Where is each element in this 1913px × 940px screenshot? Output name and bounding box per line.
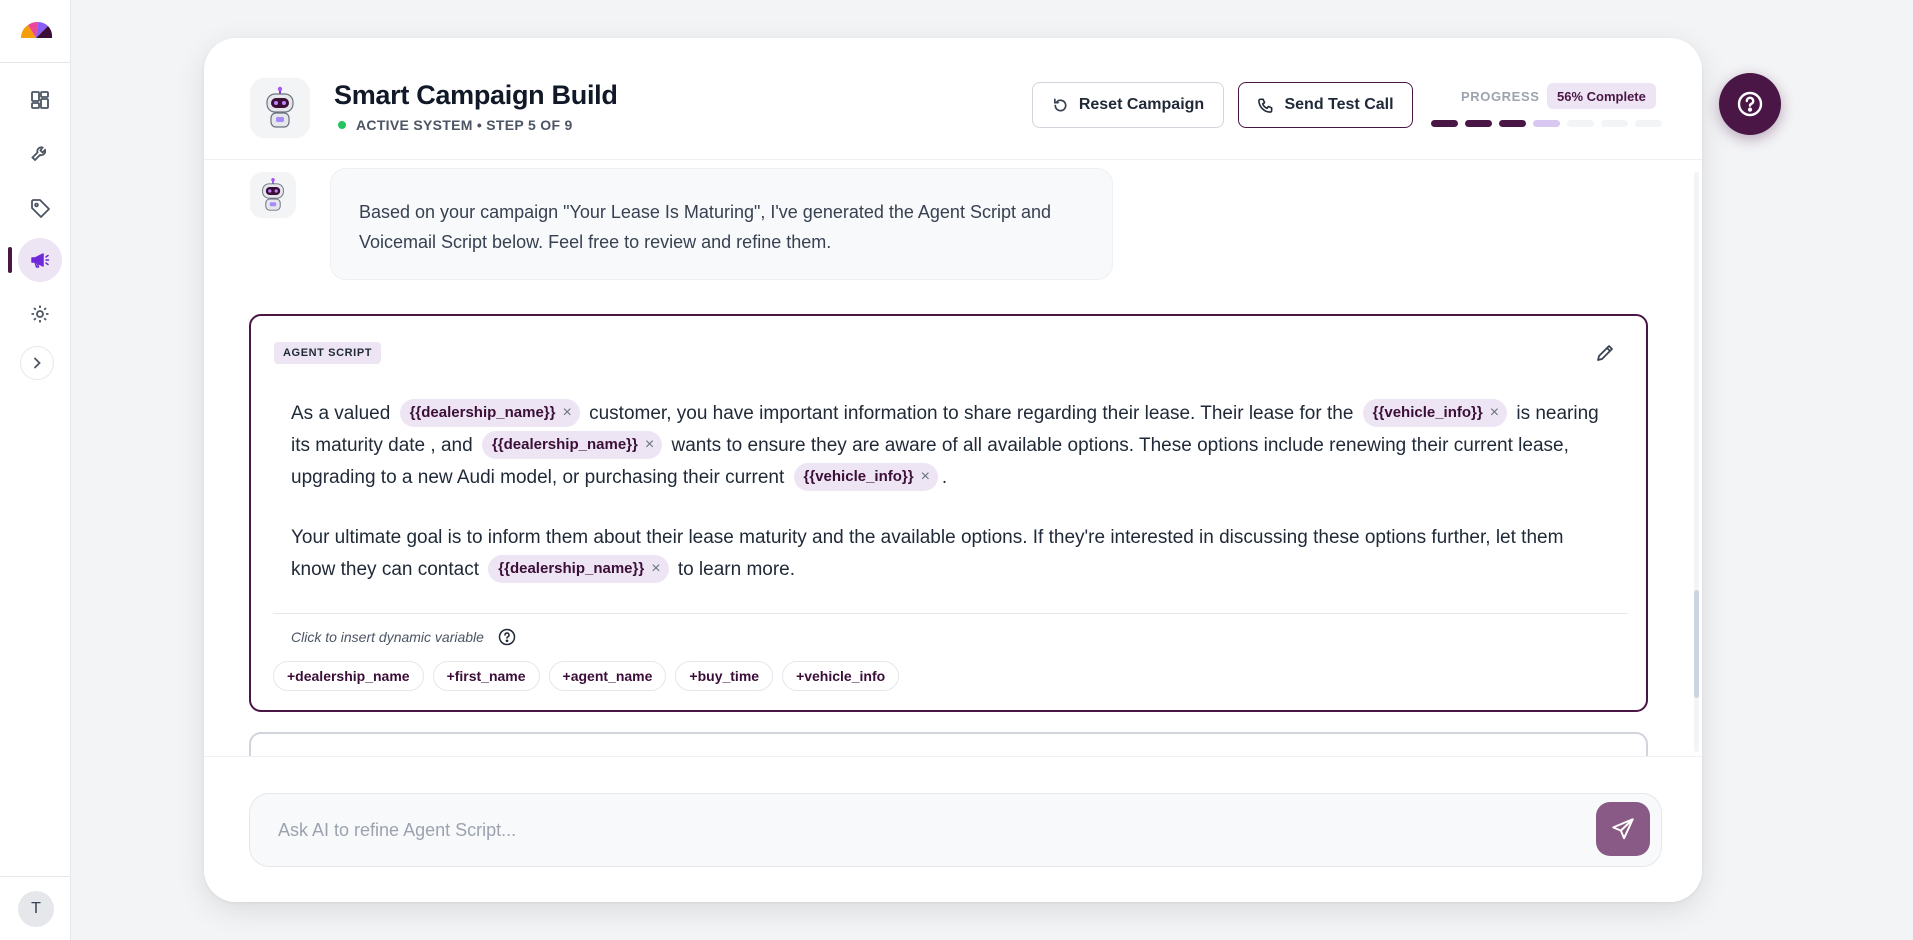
help-circle-icon xyxy=(1737,91,1763,117)
robot-icon xyxy=(266,86,294,128)
sidebar-item-tags[interactable] xyxy=(18,186,62,230)
voicemail-script-card[interactable] xyxy=(249,732,1648,756)
send-test-call-button[interactable]: Send Test Call xyxy=(1238,82,1413,128)
insert-variable-vehicle-info[interactable]: +vehicle_info xyxy=(782,661,900,691)
remove-variable-icon[interactable]: × xyxy=(651,553,660,585)
reset-campaign-label: Reset Campaign xyxy=(1078,96,1205,113)
user-avatar[interactable]: T xyxy=(18,891,54,927)
remove-variable-icon[interactable]: × xyxy=(921,461,930,493)
script-text: . xyxy=(941,467,948,488)
progress-step xyxy=(1567,120,1594,127)
refine-script-input[interactable] xyxy=(249,793,1662,867)
progress-step xyxy=(1601,120,1628,127)
variables-hint: Click to insert dynamic variable xyxy=(291,628,516,646)
progress-step xyxy=(1499,120,1526,127)
agent-script-label: AGENT SCRIPT xyxy=(274,342,382,364)
remove-variable-icon[interactable]: × xyxy=(645,429,654,461)
progress-step xyxy=(1465,120,1492,127)
robot-icon xyxy=(262,178,284,211)
progress-step xyxy=(1431,120,1458,127)
gear-icon xyxy=(31,305,49,323)
variable-chip-label: {{vehicle_info}} xyxy=(1372,403,1483,421)
progress-label: PROGRESS xyxy=(1461,89,1540,104)
variable-chip-label: {{dealership_name}} xyxy=(409,403,556,421)
system-status: ACTIVE SYSTEM • STEP 5 OF 9 xyxy=(334,117,573,133)
pencil-icon[interactable] xyxy=(1594,342,1616,364)
help-button[interactable] xyxy=(1719,73,1781,135)
remove-variable-icon[interactable]: × xyxy=(1490,397,1499,429)
script-text: to learn more. xyxy=(677,559,796,580)
variable-chip-label: {{dealership_name}} xyxy=(498,559,645,577)
insert-variable-dealership-name[interactable]: +dealership_name xyxy=(273,661,424,691)
agent-script-text[interactable]: As a valued {{dealership_name}} × custome… xyxy=(291,398,1611,586)
wrench-icon xyxy=(31,146,47,162)
variable-chip[interactable]: {{dealership_name}} × xyxy=(488,553,669,585)
dashboard-icon xyxy=(31,91,49,109)
sidebar-item-settings[interactable] xyxy=(18,292,62,336)
assistant-message: Based on your campaign "Your Lease Is Ma… xyxy=(330,168,1113,280)
script-text: As a valued xyxy=(291,403,391,424)
status-text: ACTIVE SYSTEM • STEP 5 OF 9 xyxy=(356,117,573,133)
remove-variable-icon[interactable]: × xyxy=(562,397,571,429)
reset-campaign-button[interactable]: Reset Campaign xyxy=(1032,82,1224,128)
insert-variable-buy-time[interactable]: +buy_time xyxy=(675,661,774,691)
sidebar: T xyxy=(0,0,71,940)
app-logo[interactable] xyxy=(18,16,54,42)
sidebar-divider xyxy=(0,876,71,877)
insert-variable-first-name[interactable]: +first_name xyxy=(432,661,540,691)
reset-icon xyxy=(1053,98,1067,111)
card-header: Smart Campaign Build ACTIVE SYSTEM • STE… xyxy=(204,38,1702,160)
variables-divider xyxy=(273,613,1628,614)
variable-chip-label: {{dealership_name}} xyxy=(491,435,638,453)
assistant-avatar xyxy=(250,78,310,138)
script-paragraph: Your ultimate goal is to inform them abo… xyxy=(291,522,1611,586)
content-scrollbar-thumb[interactable] xyxy=(1694,590,1699,698)
script-text: Your ultimate goal is to inform them abo… xyxy=(291,527,1564,580)
variables-hint-text: Click to insert dynamic variable xyxy=(291,629,484,645)
active-indicator xyxy=(8,247,12,273)
progress-step xyxy=(1533,120,1560,127)
variable-chip[interactable]: {{dealership_name}} × xyxy=(399,397,580,429)
variable-chip[interactable]: {{vehicle_info}} × xyxy=(793,461,938,493)
send-icon xyxy=(1612,818,1634,840)
page-title: Smart Campaign Build xyxy=(334,80,618,110)
variable-chip[interactable]: {{dealership_name}} × xyxy=(481,429,663,461)
progress-step xyxy=(1635,120,1662,127)
sidebar-item-tools[interactable] xyxy=(18,132,62,176)
send-test-call-label: Send Test Call xyxy=(1284,96,1394,113)
script-paragraph: As a valued {{dealership_name}} × custome… xyxy=(291,398,1611,494)
progress-steps xyxy=(1431,120,1662,127)
variable-pills: +dealership_name +first_name +agent_name… xyxy=(273,661,900,691)
progress-badge: 56% Complete xyxy=(1547,83,1656,109)
sidebar-divider xyxy=(0,62,71,63)
sidebar-item-dashboard[interactable] xyxy=(18,78,62,122)
assistant-avatar xyxy=(250,172,296,218)
variable-chip-label: {{vehicle_info}} xyxy=(803,467,914,485)
help-circle-icon[interactable] xyxy=(498,628,516,646)
phone-icon xyxy=(1258,98,1273,113)
tag-icon xyxy=(31,199,50,218)
send-button[interactable] xyxy=(1596,802,1650,856)
sidebar-expand-button[interactable] xyxy=(20,346,54,380)
script-text: customer, you have important information… xyxy=(589,403,1354,424)
chat-content: Based on your campaign "Your Lease Is Ma… xyxy=(204,160,1702,756)
megaphone-icon xyxy=(31,253,50,268)
status-dot-icon xyxy=(338,121,346,129)
sidebar-item-campaigns[interactable] xyxy=(18,238,62,282)
campaign-builder-card: Smart Campaign Build ACTIVE SYSTEM • STE… xyxy=(204,38,1702,902)
insert-variable-agent-name[interactable]: +agent_name xyxy=(548,661,667,691)
agent-script-card[interactable]: AGENT SCRIPT As a valued {{dealership_na… xyxy=(249,314,1648,712)
chevron-right-icon xyxy=(34,357,41,369)
chat-input-bar xyxy=(204,756,1702,902)
variable-chip[interactable]: {{vehicle_info}} × xyxy=(1362,397,1508,429)
